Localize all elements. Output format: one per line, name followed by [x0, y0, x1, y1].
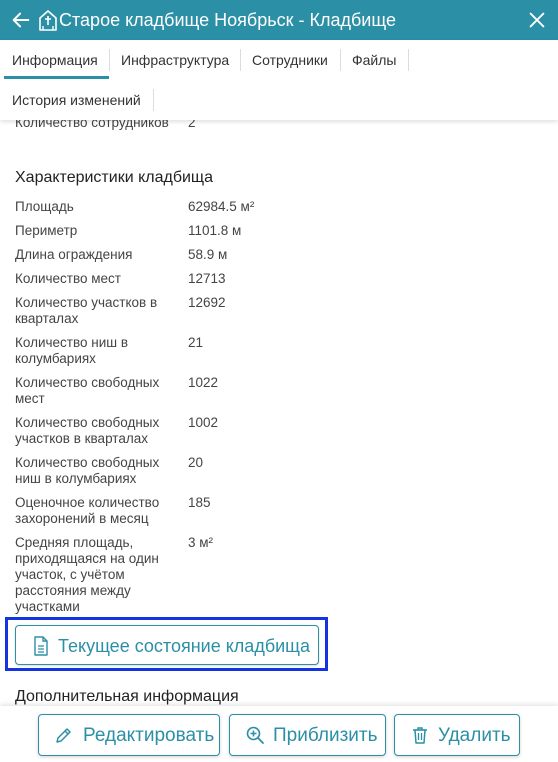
- field-value: 1022: [188, 375, 219, 390]
- zoom-in-icon: [246, 726, 264, 744]
- section-title-additional: Дополнительная информация: [15, 688, 239, 705]
- field-value: 1101.8 м: [188, 223, 242, 238]
- field-label: Количество участков в кварталах: [15, 295, 158, 326]
- tab-employees[interactable]: Сотрудники: [252, 51, 328, 69]
- field-value: 185: [188, 495, 211, 510]
- tab-information[interactable]: Информация: [12, 51, 98, 69]
- field-value: 62984.5 м²: [188, 199, 255, 214]
- employees-count-value: 2: [188, 120, 196, 130]
- app-header: Старое кладбище Ноябрьск - Кладбище: [0, 0, 558, 40]
- document-icon: [34, 636, 48, 656]
- field-label: Количество мест: [15, 271, 121, 286]
- field-label: Длина ограждения: [15, 247, 133, 262]
- field-value: 1002: [188, 415, 219, 430]
- tab-divider: [109, 49, 110, 71]
- tab-divider: [240, 49, 241, 71]
- field-value: 58.9 м: [188, 247, 228, 262]
- action-bar: Редактировать Приблизить Удалить: [0, 706, 558, 762]
- cemetery-gate-icon: [39, 10, 57, 31]
- field-value: 12713: [188, 271, 226, 286]
- tab-divider: [408, 49, 409, 71]
- active-tab-indicator: [4, 76, 109, 79]
- employees-count-label: Количество сотрудников: [15, 120, 169, 130]
- arrow-left-icon[interactable]: [10, 9, 32, 31]
- cemetery-state-button[interactable]: Текущее состояние кладбища: [15, 625, 319, 665]
- field-label: Средняя площадь, приходящаяся на один уч…: [15, 535, 159, 614]
- field-label: Площадь: [15, 199, 74, 214]
- delete-button-label: Удалить: [438, 725, 511, 746]
- tab-bar: Информация Инфраструктура Сотрудники Фай…: [0, 40, 558, 120]
- window-title: Старое кладбище Ноябрьск - Кладбище: [59, 10, 396, 30]
- field-label: Периметр: [15, 223, 78, 238]
- tab-divider: [153, 89, 154, 111]
- field-label: Количество свободных участков в квартала…: [15, 415, 160, 446]
- edit-button[interactable]: Редактировать: [38, 714, 220, 756]
- field-value: 12692: [188, 295, 226, 310]
- tab-files[interactable]: Файлы: [352, 51, 396, 69]
- field-label: Количество свободных ниш в колумбариях: [15, 455, 160, 486]
- field-label: Количество свободных мест: [15, 375, 160, 406]
- field-value: 20: [188, 455, 204, 470]
- field-label: Количество ниш в колумбариях: [15, 335, 128, 366]
- tab-infrastructure[interactable]: Инфраструктура: [121, 51, 229, 69]
- pencil-icon: [56, 728, 71, 743]
- close-icon[interactable]: [526, 9, 548, 31]
- field-label: Оценочное количество захоронений в месяц: [15, 495, 160, 526]
- section-title-characteristics: Характеристики кладбища: [15, 169, 213, 186]
- trash-icon: [413, 727, 427, 744]
- tab-divider: [340, 49, 341, 71]
- edit-button-label: Редактировать: [83, 725, 215, 746]
- cemetery-state-label: Текущее состояние кладбища: [58, 636, 310, 656]
- field-value: 3 м²: [188, 535, 214, 550]
- tab-history[interactable]: История изменений: [12, 91, 141, 109]
- zoom-button[interactable]: Приблизить: [229, 714, 386, 756]
- delete-button[interactable]: Удалить: [394, 714, 520, 756]
- field-value: 21: [188, 335, 204, 350]
- info-panel[interactable]: Количество сотрудников 2 Характеристики …: [0, 120, 558, 706]
- zoom-button-label: Приблизить: [273, 725, 378, 746]
